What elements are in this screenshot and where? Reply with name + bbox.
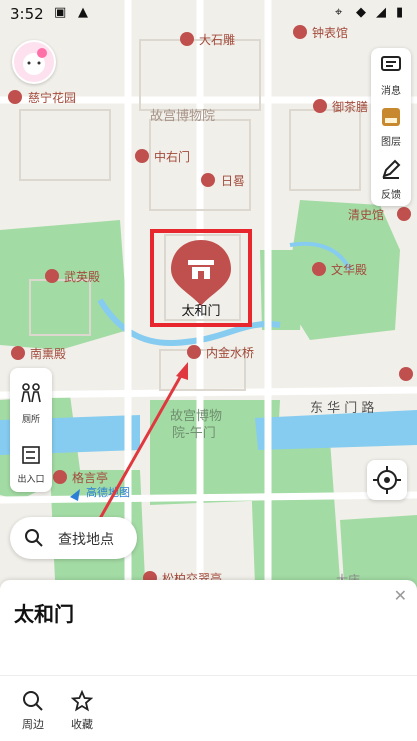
divider (0, 675, 417, 676)
right-toolbar: 消息 图层 反馈 (371, 48, 411, 206)
label-east-hua-road: 东 华 门 路 (310, 400, 374, 416)
label-palace-museum: 故宫博物院 (150, 109, 215, 124)
messages-button[interactable] (371, 54, 411, 80)
wifi-icon: ◆ (356, 5, 366, 20)
star-icon (71, 690, 93, 712)
gaode-logo-text: 高德地图 (86, 485, 130, 499)
nearby-label: 周边 (22, 718, 44, 731)
label-tea: 御茶膳 (332, 99, 368, 114)
message-icon (381, 56, 401, 71)
locate-button[interactable] (367, 460, 407, 500)
feedback-label: 反馈 (381, 190, 401, 201)
notification-icon: ▣ (54, 5, 67, 20)
label-wuying: 武英殿 (64, 270, 100, 284)
close-icon[interactable]: ✕ (394, 586, 407, 605)
status-time: 3:52 (10, 5, 44, 23)
layers-label: 图层 (381, 137, 401, 148)
left-toolbar: 厕所 出入口 (10, 368, 52, 492)
entrance-icon (22, 446, 40, 464)
battery-icon: ▮ (396, 5, 404, 20)
label-nanxun: 南熏殿 (30, 346, 66, 361)
toilet-label: 厕所 (21, 415, 40, 425)
layers-button[interactable] (371, 106, 411, 132)
entrance-label: 出入口 (17, 475, 45, 485)
place-title: 太和门 (14, 602, 74, 626)
favorite-button[interactable]: 收藏 (59, 686, 105, 736)
label-cining: 慈宁花园 (28, 90, 76, 105)
label-meridian-1: 故宫博物 (170, 409, 222, 424)
crosshair-icon (373, 466, 401, 494)
entrance-button[interactable] (20, 444, 42, 470)
label-wenhua: 文华殿 (331, 262, 367, 277)
signal-icon: ◢ (376, 5, 386, 20)
favorite-label: 收藏 (71, 718, 93, 731)
status-bar: 3:52 ▣ ▲ ⌖ ◆ ◢ ▮ (0, 0, 417, 28)
label-dashidiao: 大石雕 (199, 32, 235, 47)
label-qingshi: 清史馆 (348, 207, 384, 222)
feedback-button[interactable] (371, 158, 411, 184)
label-zhongyou: 中右门 (154, 149, 190, 164)
label-neijin: 内金水桥 (206, 345, 254, 360)
user-avatar[interactable] (12, 40, 56, 84)
toilet-button[interactable] (20, 382, 42, 408)
label-geyan: 格言亭 (72, 470, 108, 485)
messages-label: 消息 (381, 86, 401, 97)
label-meridian-2: 院-午门 (172, 426, 216, 441)
toilet-icon (21, 383, 41, 403)
nearby-button[interactable]: 周边 (10, 686, 56, 736)
warning-icon: ▲ (78, 5, 88, 20)
search-icon (25, 529, 43, 547)
location-status-icon: ⌖ (335, 5, 343, 20)
search-placeholder: 查找地点 (58, 532, 114, 548)
layers-icon (382, 108, 400, 126)
pencil-icon (382, 159, 401, 179)
place-card: 太和门 ✕ 周边 收藏 (0, 580, 417, 741)
search-nearby-icon (23, 691, 43, 711)
label-sundial: 日晷 (221, 174, 245, 188)
marker-label: 太和门 (181, 304, 221, 319)
search-bar[interactable]: 查找地点 (10, 517, 137, 559)
